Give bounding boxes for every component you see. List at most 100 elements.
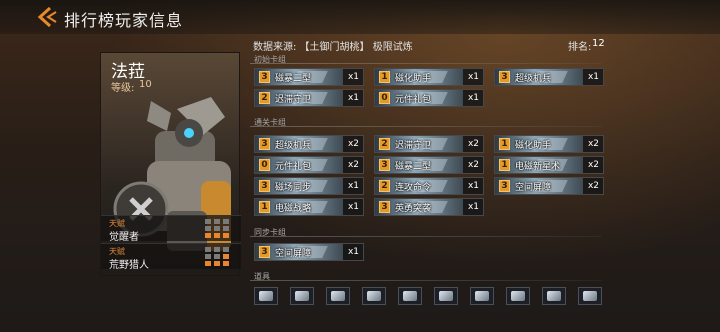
deck-card[interactable]: 3 磁场同步 x1 [254,177,364,195]
item-slot[interactable] [506,287,530,305]
card-name: 元件礼包 [395,95,432,105]
deck-card[interactable]: 1 电磁新星术 x2 [494,156,604,174]
trait-dot [223,247,229,252]
card-cost: 1 [499,138,510,150]
rank-label: 排名: [568,42,592,53]
character-panel: 法菈 等级: 10 天赋 觉醒者 天赋 荒野猎人 [100,52,241,276]
card-cost: 0 [259,159,270,171]
card-count: x2 [467,139,479,149]
card-count: x1 [467,93,479,103]
deck-card[interactable]: 1 磁化助手 x1 [374,68,484,86]
item-slot[interactable] [254,287,278,305]
divider [250,236,602,237]
card-count: x2 [347,139,359,149]
item-icon [547,291,561,301]
trait-dot [214,254,220,259]
deck-card[interactable]: 3 磁暴二型 x2 [374,156,484,174]
item-icon [403,291,417,301]
card-cost: 3 [379,159,390,171]
card-name: 空间屏障 [275,249,312,259]
card-count: x2 [587,181,599,191]
card-cost: 2 [379,138,390,150]
card-count: x1 [347,72,359,82]
trait-dot [205,247,211,252]
item-slot[interactable] [542,287,566,305]
rank-value: 12 [592,38,605,49]
deck-card[interactable]: 0 元件礼包 x2 [254,156,364,174]
card-name: 元件礼包 [275,162,312,172]
item-icon [367,291,381,301]
card-count: x1 [347,247,359,257]
card-cost: 1 [379,71,390,83]
item-icon [511,291,525,301]
card-cost: 3 [499,71,510,83]
trait-awakened: 天赋 觉醒者 [101,215,241,243]
divider [250,126,602,127]
trait-dot [205,254,211,259]
item-icon [583,291,597,301]
deck-card[interactable]: 1 电磁战略 x1 [254,198,364,216]
trait-wild-hunter: 天赋 荒野猎人 [101,243,241,271]
card-count: x1 [347,181,359,191]
card-count: x1 [467,72,479,82]
card-count: x1 [347,202,359,212]
item-icon [439,291,453,301]
card-name: 英勇突袭 [395,204,432,214]
card-name: 磁暴二型 [395,162,432,172]
trait-dot [205,261,211,266]
card-name: 连攻命令 [395,183,432,193]
item-icon [475,291,489,301]
item-slot[interactable] [398,287,422,305]
deck-card[interactable]: 2 迟滞守卫 x2 [374,135,484,153]
deck-card[interactable]: 3 空间屏障 x2 [494,177,604,195]
trait-dot [214,219,220,224]
deck-card[interactable]: 3 超级机兵 x2 [254,135,364,153]
item-slot[interactable] [434,287,458,305]
card-name: 迟滞守卫 [395,141,432,151]
item-icon [331,291,345,301]
trait-dot [223,254,229,259]
card-count: x1 [587,72,599,82]
item-slot[interactable] [290,287,314,305]
card-count: x2 [467,160,479,170]
card-count: x1 [467,202,479,212]
deck-card[interactable]: 0 元件礼包 x1 [374,89,484,107]
item-slot[interactable] [362,287,386,305]
card-cost: 1 [259,201,270,213]
back-icon[interactable] [34,6,58,28]
deck-card[interactable]: 3 超级机兵 x1 [494,68,604,86]
card-count: x1 [467,181,479,191]
data-source: 数据来源: 【土御门胡桃】 极限试炼 [253,42,413,53]
trait-value: 觉醒者 [109,232,139,243]
level-value: 10 [139,79,152,90]
card-name: 磁暴二型 [275,74,312,84]
item-icon [259,291,273,301]
card-cost: 3 [259,246,270,258]
card-cost: 3 [499,180,510,192]
trait-dot [205,226,211,231]
item-icon [295,291,309,301]
trait-dot [214,233,220,238]
deck-card[interactable]: 3 磁暴二型 x1 [254,68,364,86]
item-slot[interactable] [326,287,350,305]
deck-card[interactable]: 2 连攻命令 x1 [374,177,484,195]
trait-dot [223,261,229,266]
deck-card[interactable]: 3 空间屏障 x1 [254,243,364,261]
deck-card[interactable]: 3 英勇突袭 x1 [374,198,484,216]
divider [250,280,602,281]
card-cost: 1 [499,159,510,171]
divider [250,63,602,64]
deck-card[interactable]: 1 磁化助手 x2 [494,135,604,153]
deck-card[interactable]: 2 迟滞守卫 x1 [254,89,364,107]
trait-dot [223,219,229,224]
card-count: x2 [587,139,599,149]
card-cost: 3 [259,71,270,83]
item-slot[interactable] [470,287,494,305]
card-count: x2 [347,160,359,170]
card-name: 空间屏障 [515,183,552,193]
card-name: 电磁新星术 [515,162,561,172]
trait-value: 荒野猎人 [109,260,149,271]
trait-level-grid [205,219,233,239]
card-name: 电磁战略 [275,204,312,214]
item-slot[interactable] [578,287,602,305]
